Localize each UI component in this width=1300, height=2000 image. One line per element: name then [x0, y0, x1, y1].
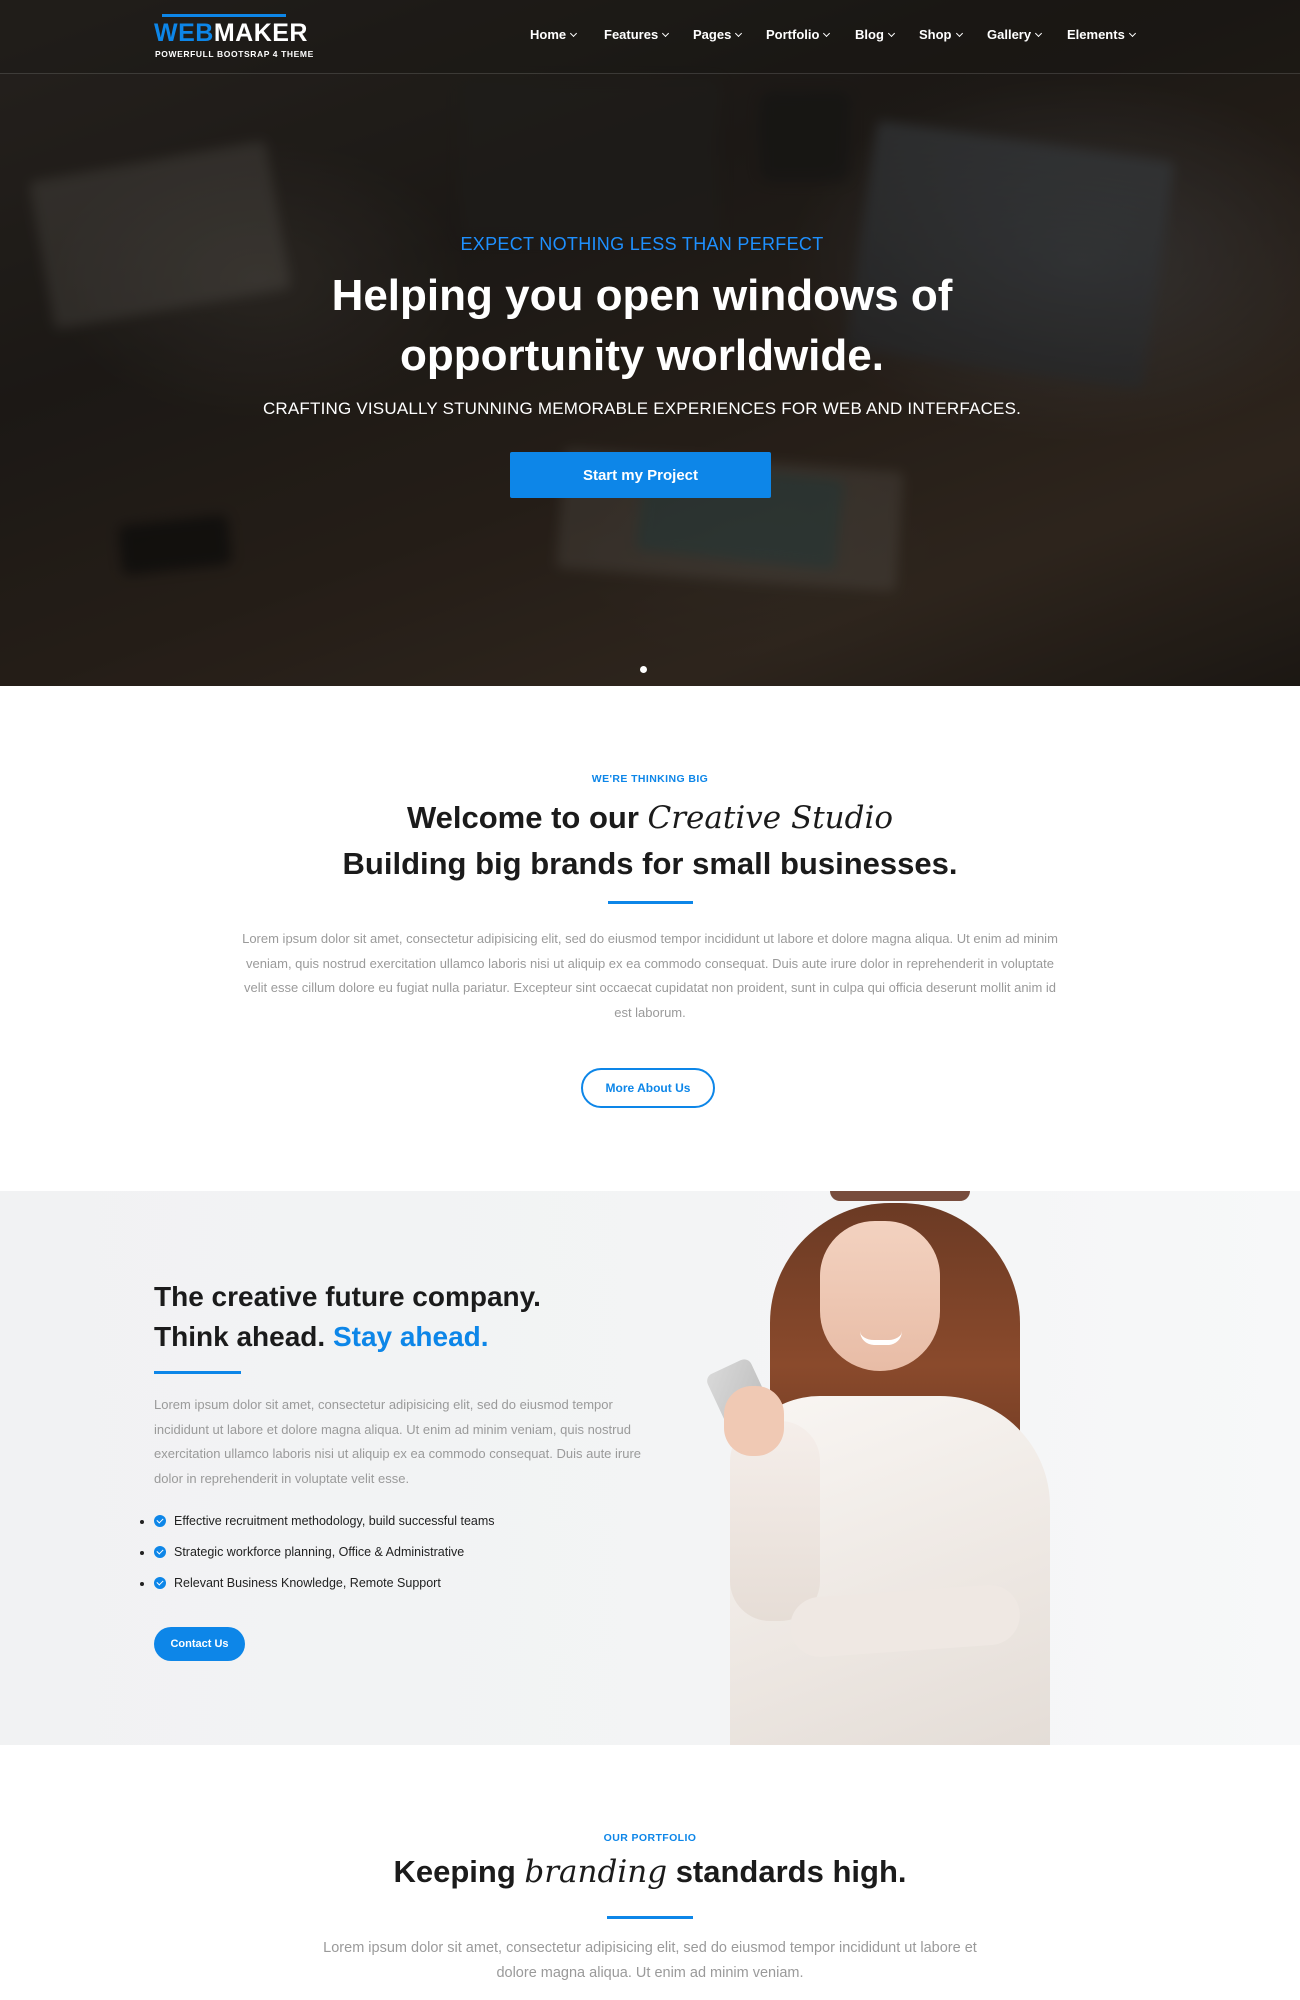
nav-item-label: Features: [604, 27, 659, 42]
nav-item-home[interactable]: Home: [530, 27, 578, 43]
creative-future-section: The creative future company. Think ahead…: [0, 1191, 1300, 1745]
nav-item-label: Portfolio: [766, 27, 820, 42]
nav-item-label: Home: [530, 27, 567, 42]
photo-hair-top: [830, 1191, 970, 1201]
nav-item-label: Pages: [693, 27, 732, 42]
nav-item-features[interactable]: Features: [604, 27, 670, 43]
portfolio-paragraph: Lorem ipsum dolor sit amet, consectetur …: [323, 1940, 977, 1981]
nav-item-gallery[interactable]: Gallery: [987, 27, 1043, 43]
nav-item-label: Shop: [919, 27, 952, 42]
chevron-down-icon: [662, 29, 670, 38]
welcome-title-script: Creative Studio: [647, 800, 894, 836]
logo-tagline: POWERFULL BOOTSRAP 4 THEME: [155, 49, 314, 59]
chevron-down-icon: [823, 29, 831, 38]
future-title-line-2: Think ahead.: [154, 1321, 333, 1352]
nav-item-label: Elements: [1067, 27, 1125, 42]
nav-item-label: Blog: [855, 27, 884, 42]
woman-with-phone-photo: [700, 1191, 1130, 1745]
hero-section: WEBMAKER POWERFULL BOOTSRAP 4 THEME Home…: [0, 0, 1300, 686]
logo-word-web: WEB: [154, 19, 214, 47]
chevron-down-icon: [1128, 29, 1136, 38]
chevron-down-icon: [735, 29, 743, 38]
welcome-title-line-2: Building big brands for small businesses…: [342, 846, 958, 881]
checklist-item-text: Strategic workforce planning, Office & A…: [174, 1545, 465, 1559]
more-about-us-button[interactable]: More About Us: [581, 1068, 715, 1108]
checklist-item-text: Relevant Business Knowledge, Remote Supp…: [174, 1576, 441, 1590]
check-circle-icon: [154, 1577, 166, 1589]
check-circle-icon: [154, 1515, 166, 1527]
welcome-title: Welcome to our Creative Studio Building …: [0, 795, 1300, 886]
portfolio-eyebrow: OUR PORTFOLIO: [603, 1832, 697, 1844]
start-project-button[interactable]: Start my Project: [510, 452, 771, 498]
future-title-line-1: The creative future company.: [154, 1281, 541, 1312]
top-navbar: WEBMAKER POWERFULL BOOTSRAP 4 THEME Home…: [0, 0, 1300, 74]
hero-title-line-1: Helping you open windows of: [331, 271, 953, 320]
checklist-item-text: Effective recruitment methodology, build…: [174, 1514, 495, 1528]
chevron-down-icon: [570, 29, 578, 38]
slider-dot-active[interactable]: [640, 666, 647, 673]
portfolio-title-script: branding: [524, 1854, 668, 1890]
portfolio-title-plain: Keeping: [393, 1854, 525, 1889]
nav-item-pages[interactable]: Pages: [693, 27, 743, 43]
hero-subtitle: CRAFTING VISUALLY STUNNING MEMORABLE EXP…: [262, 399, 1022, 418]
welcome-eyebrow: WE'RE THINKING BIG: [591, 773, 709, 785]
hero-title-line-2: opportunity worldwide.: [400, 331, 884, 380]
logo-wordmark: WEBMAKER: [154, 18, 308, 48]
portfolio-divider: [607, 1916, 693, 1919]
logo-word-maker: MAKER: [213, 19, 308, 47]
nav-item-label: Gallery: [987, 27, 1032, 42]
future-paragraph: Lorem ipsum dolor sit amet, consectetur …: [154, 1397, 642, 1486]
hero-title: Helping you open windows of opportunity …: [0, 266, 1284, 386]
welcome-divider: [608, 901, 693, 904]
portfolio-title-plain-end: standards high.: [667, 1854, 907, 1889]
nav-item-shop[interactable]: Shop: [919, 27, 963, 43]
portfolio-title: Keeping branding standards high.: [0, 1854, 1300, 1890]
welcome-title-plain: Welcome to our: [406, 800, 648, 835]
chevron-down-icon: [887, 29, 895, 38]
nav-item-elements[interactable]: Elements: [1067, 27, 1136, 43]
photo-face: [820, 1221, 940, 1371]
nav-item-portfolio[interactable]: Portfolio: [766, 27, 831, 43]
photo-hand: [724, 1386, 784, 1456]
chevron-down-icon: [955, 29, 963, 38]
welcome-paragraph: Lorem ipsum dolor sit amet, consectetur …: [242, 931, 1058, 1020]
contact-us-button[interactable]: Contact Us: [154, 1627, 245, 1661]
hero-eyebrow: EXPECT NOTHING LESS THAN PERFECT: [460, 234, 824, 254]
future-divider: [154, 1371, 241, 1374]
future-title-highlight: Stay ahead.: [332, 1321, 489, 1352]
chevron-down-icon: [1035, 29, 1043, 38]
logo-accent-bar: [162, 14, 286, 17]
check-circle-icon: [154, 1546, 166, 1558]
nav-item-blog[interactable]: Blog: [855, 27, 895, 43]
future-title: The creative future company. Think ahead…: [154, 1277, 541, 1357]
